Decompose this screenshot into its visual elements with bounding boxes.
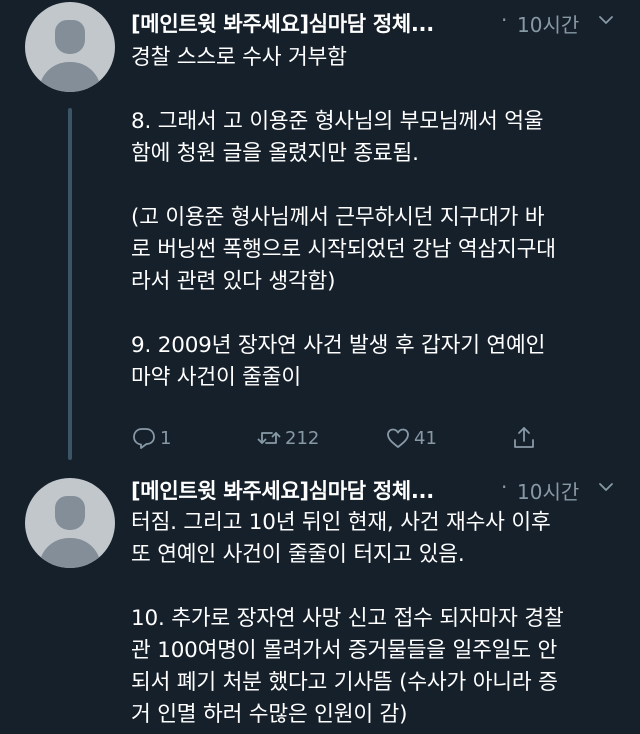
heart-icon [387, 428, 409, 448]
reply-button[interactable]: 1 [131, 424, 171, 452]
avatar-shoulders-shape [39, 62, 101, 92]
chevron-down-icon[interactable] [596, 477, 616, 497]
tweet-line: 또 연예인 사건이 줄줄이 터지고 있음. [131, 542, 465, 567]
tweet-line: 함에 청원 글을 올렸지만 종료됨. [131, 141, 419, 166]
tweet-line: 8. 그래서 고 이용준 형사님의 부모님께서 억울 [131, 109, 544, 134]
tweet-header: [메인트윗 봐주세요]심마담 정체... · 10시간 [131, 8, 626, 38]
tweet-line: (고 이용준 형사님께서 근무하시던 지구대가 바 [131, 205, 545, 230]
tweet-line: 관 100여명이 몰려가서 증거물들을 일주일도 안 [131, 638, 558, 663]
tweet-text: 경찰 스스로 수사 거부함 8. 그래서 고 이용준 형사님의 부모님께서 억울… [131, 42, 631, 394]
reply-icon [133, 428, 155, 449]
tweet-line: 거 인멸 하러 수많은 인원이 감) [131, 702, 408, 727]
tweet-line: 터짐. 그리고 10년 뒤인 현재, 사건 재수사 이후 [131, 510, 551, 535]
like-button[interactable]: 41 [385, 424, 437, 452]
tweet-text: 터짐. 그리고 10년 뒤인 현재, 사건 재수사 이후 또 연예인 사건이 줄… [131, 507, 631, 731]
share-icon [514, 427, 534, 448]
avatar-shoulders-shape [39, 538, 101, 568]
tweet-2[interactable]: [메인트윗 봐주세요]심마담 정체... · 10시간 터짐. 그리고 10년 … [0, 470, 640, 734]
separator-dot: · [501, 8, 508, 32]
separator-dot: · [501, 475, 508, 499]
retweet-icon [257, 432, 281, 444]
tweet-header: [메인트윗 봐주세요]심마담 정체... · 10시간 [131, 475, 626, 505]
timestamp[interactable]: 10시간 [517, 9, 579, 38]
chevron-down-icon[interactable] [596, 10, 616, 30]
tweet-line: 9. 2009년 장자연 사건 발생 후 갑자기 연예인 [131, 333, 546, 358]
tweet-line: 마약 사건이 줄줄이 [131, 365, 301, 390]
author-name[interactable]: [메인트윗 봐주세요]심마담 정체... [131, 8, 434, 38]
avatar-head-shape [55, 20, 85, 54]
author-name[interactable]: [메인트윗 봐주세요]심마담 정체... [131, 475, 434, 505]
avatar[interactable] [25, 2, 115, 92]
timestamp[interactable]: 10시간 [517, 476, 579, 505]
retweet-button[interactable]: 212 [256, 424, 319, 452]
tweet-actions: 1 212 41 [131, 424, 551, 452]
tweet-line: 라서 관련 있다 생각함) [131, 269, 336, 294]
like-count: 41 [414, 427, 437, 449]
tweet-line: 경찰 스스로 수사 거부함 [131, 45, 347, 70]
avatar-head-shape [55, 496, 85, 530]
retweet-count: 212 [285, 427, 320, 449]
share-button[interactable] [511, 424, 540, 452]
reply-count: 1 [160, 427, 172, 449]
tweet-line: 되서 폐기 처분 했다고 기사뜸 (수사가 아니라 증 [131, 670, 558, 695]
tweet-line: 10. 추가로 장자연 사망 신고 접수 되자마자 경찰 [131, 606, 564, 631]
tweet-line: 로 버닝썬 폭행으로 시작되었던 강남 역삼지구대 [131, 237, 556, 262]
tweet-1[interactable]: [메인트윗 봐주세요]심마담 정체... · 10시간 경찰 스스로 수사 거부… [0, 0, 640, 470]
avatar[interactable] [25, 478, 115, 568]
